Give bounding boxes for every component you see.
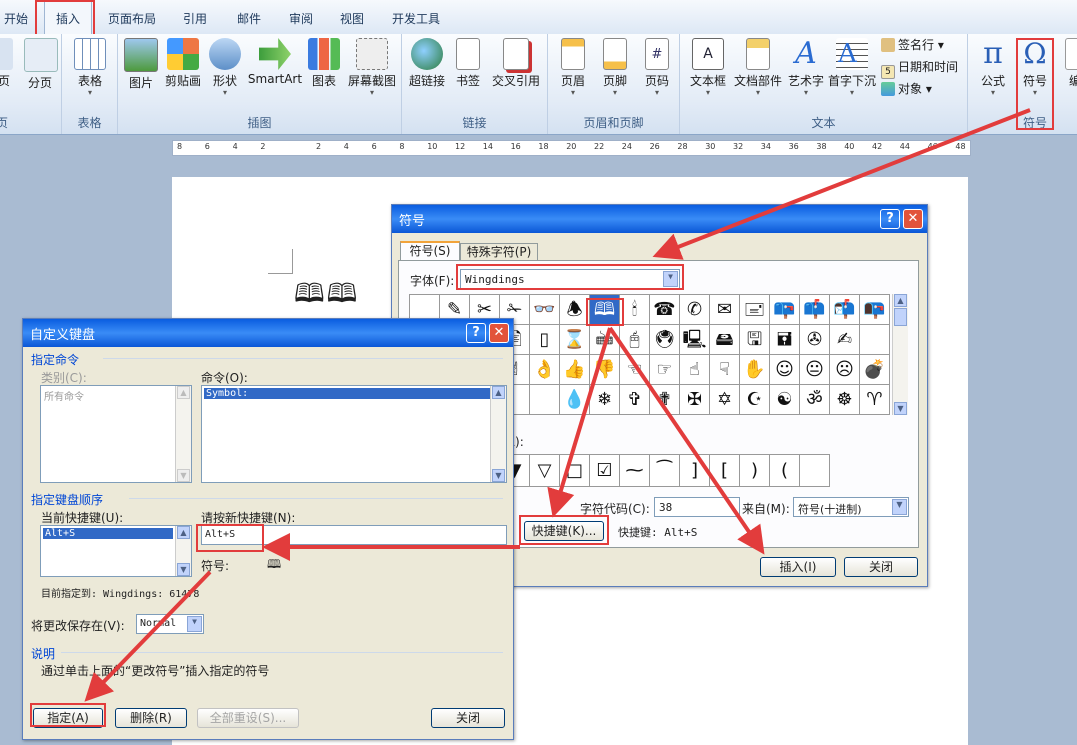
arrow-symbol-to-insert: [608, 326, 765, 555]
arrow-symbol-to-font: [652, 108, 1031, 260]
annotation-arrows: [84, 108, 1031, 702]
arrow-symbol-to-shortcut: [547, 327, 612, 518]
arrow-newkey-to-assign: [84, 570, 212, 702]
